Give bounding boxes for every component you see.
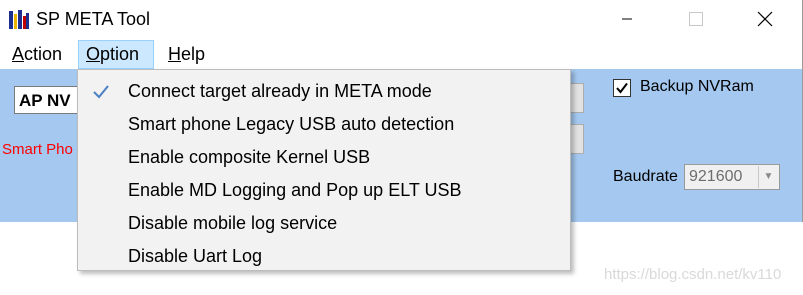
- menu-item-disable-mobile-log[interactable]: Disable mobile log service: [78, 207, 570, 240]
- menu-item-connect-meta-mode[interactable]: Connect target already in META mode: [78, 75, 570, 108]
- watermark-text: https://blog.csdn.net/kv110: [604, 266, 782, 283]
- close-button[interactable]: [742, 0, 788, 38]
- menu-item-label: Connect target already in META mode: [128, 81, 432, 101]
- maximize-icon: [689, 12, 703, 26]
- maximize-button[interactable]: [673, 0, 719, 38]
- checkmark-icon: [616, 82, 628, 94]
- option-dropdown-menu: Connect target already in META mode Smar…: [77, 69, 571, 271]
- baudrate-select[interactable]: 921600 ▼: [684, 164, 780, 190]
- minimize-icon: [622, 18, 632, 20]
- menu-item-label: Enable composite Kernel USB: [128, 147, 371, 167]
- window-title: SP META Tool: [36, 9, 151, 29]
- chevron-down-icon[interactable]: ▼: [758, 166, 778, 188]
- connection-combo[interactable]: AP NV: [14, 86, 84, 114]
- menu-item-label: Disable Uart Log: [128, 246, 263, 266]
- backup-nvram-checkbox[interactable]: [613, 79, 631, 97]
- status-label: Smart Pho: [2, 141, 73, 158]
- menu-item-disable-uart-log[interactable]: Disable Uart Log: [78, 240, 570, 273]
- title-bar[interactable]: SP META Tool: [0, 0, 802, 38]
- menu-bar: Action Option Help: [0, 40, 802, 69]
- menu-item-label: Smart phone Legacy USB auto detection: [128, 114, 455, 134]
- menu-item-label: Enable MD Logging and Pop up ELT USB: [128, 180, 462, 200]
- sp-meta-app-icon: [9, 10, 29, 29]
- menu-item-label: Disable mobile log service: [128, 213, 338, 233]
- menu-item-composite-kernel-usb[interactable]: Enable composite Kernel USB: [78, 141, 570, 174]
- checkmark-icon: [93, 85, 109, 99]
- menu-item-md-logging-elt-usb[interactable]: Enable MD Logging and Pop up ELT USB: [78, 174, 570, 207]
- menu-action[interactable]: Action: [8, 40, 66, 69]
- baudrate-label: Baudrate: [613, 168, 678, 185]
- backup-nvram-label: Backup NVRam: [640, 78, 754, 95]
- menu-help[interactable]: Help: [164, 40, 209, 69]
- baudrate-value: 921600: [689, 168, 743, 185]
- close-icon: [757, 11, 773, 27]
- menu-item-legacy-usb-detection[interactable]: Smart phone Legacy USB auto detection: [78, 108, 570, 141]
- menu-option[interactable]: Option: [78, 40, 154, 69]
- minimize-button[interactable]: [604, 0, 650, 38]
